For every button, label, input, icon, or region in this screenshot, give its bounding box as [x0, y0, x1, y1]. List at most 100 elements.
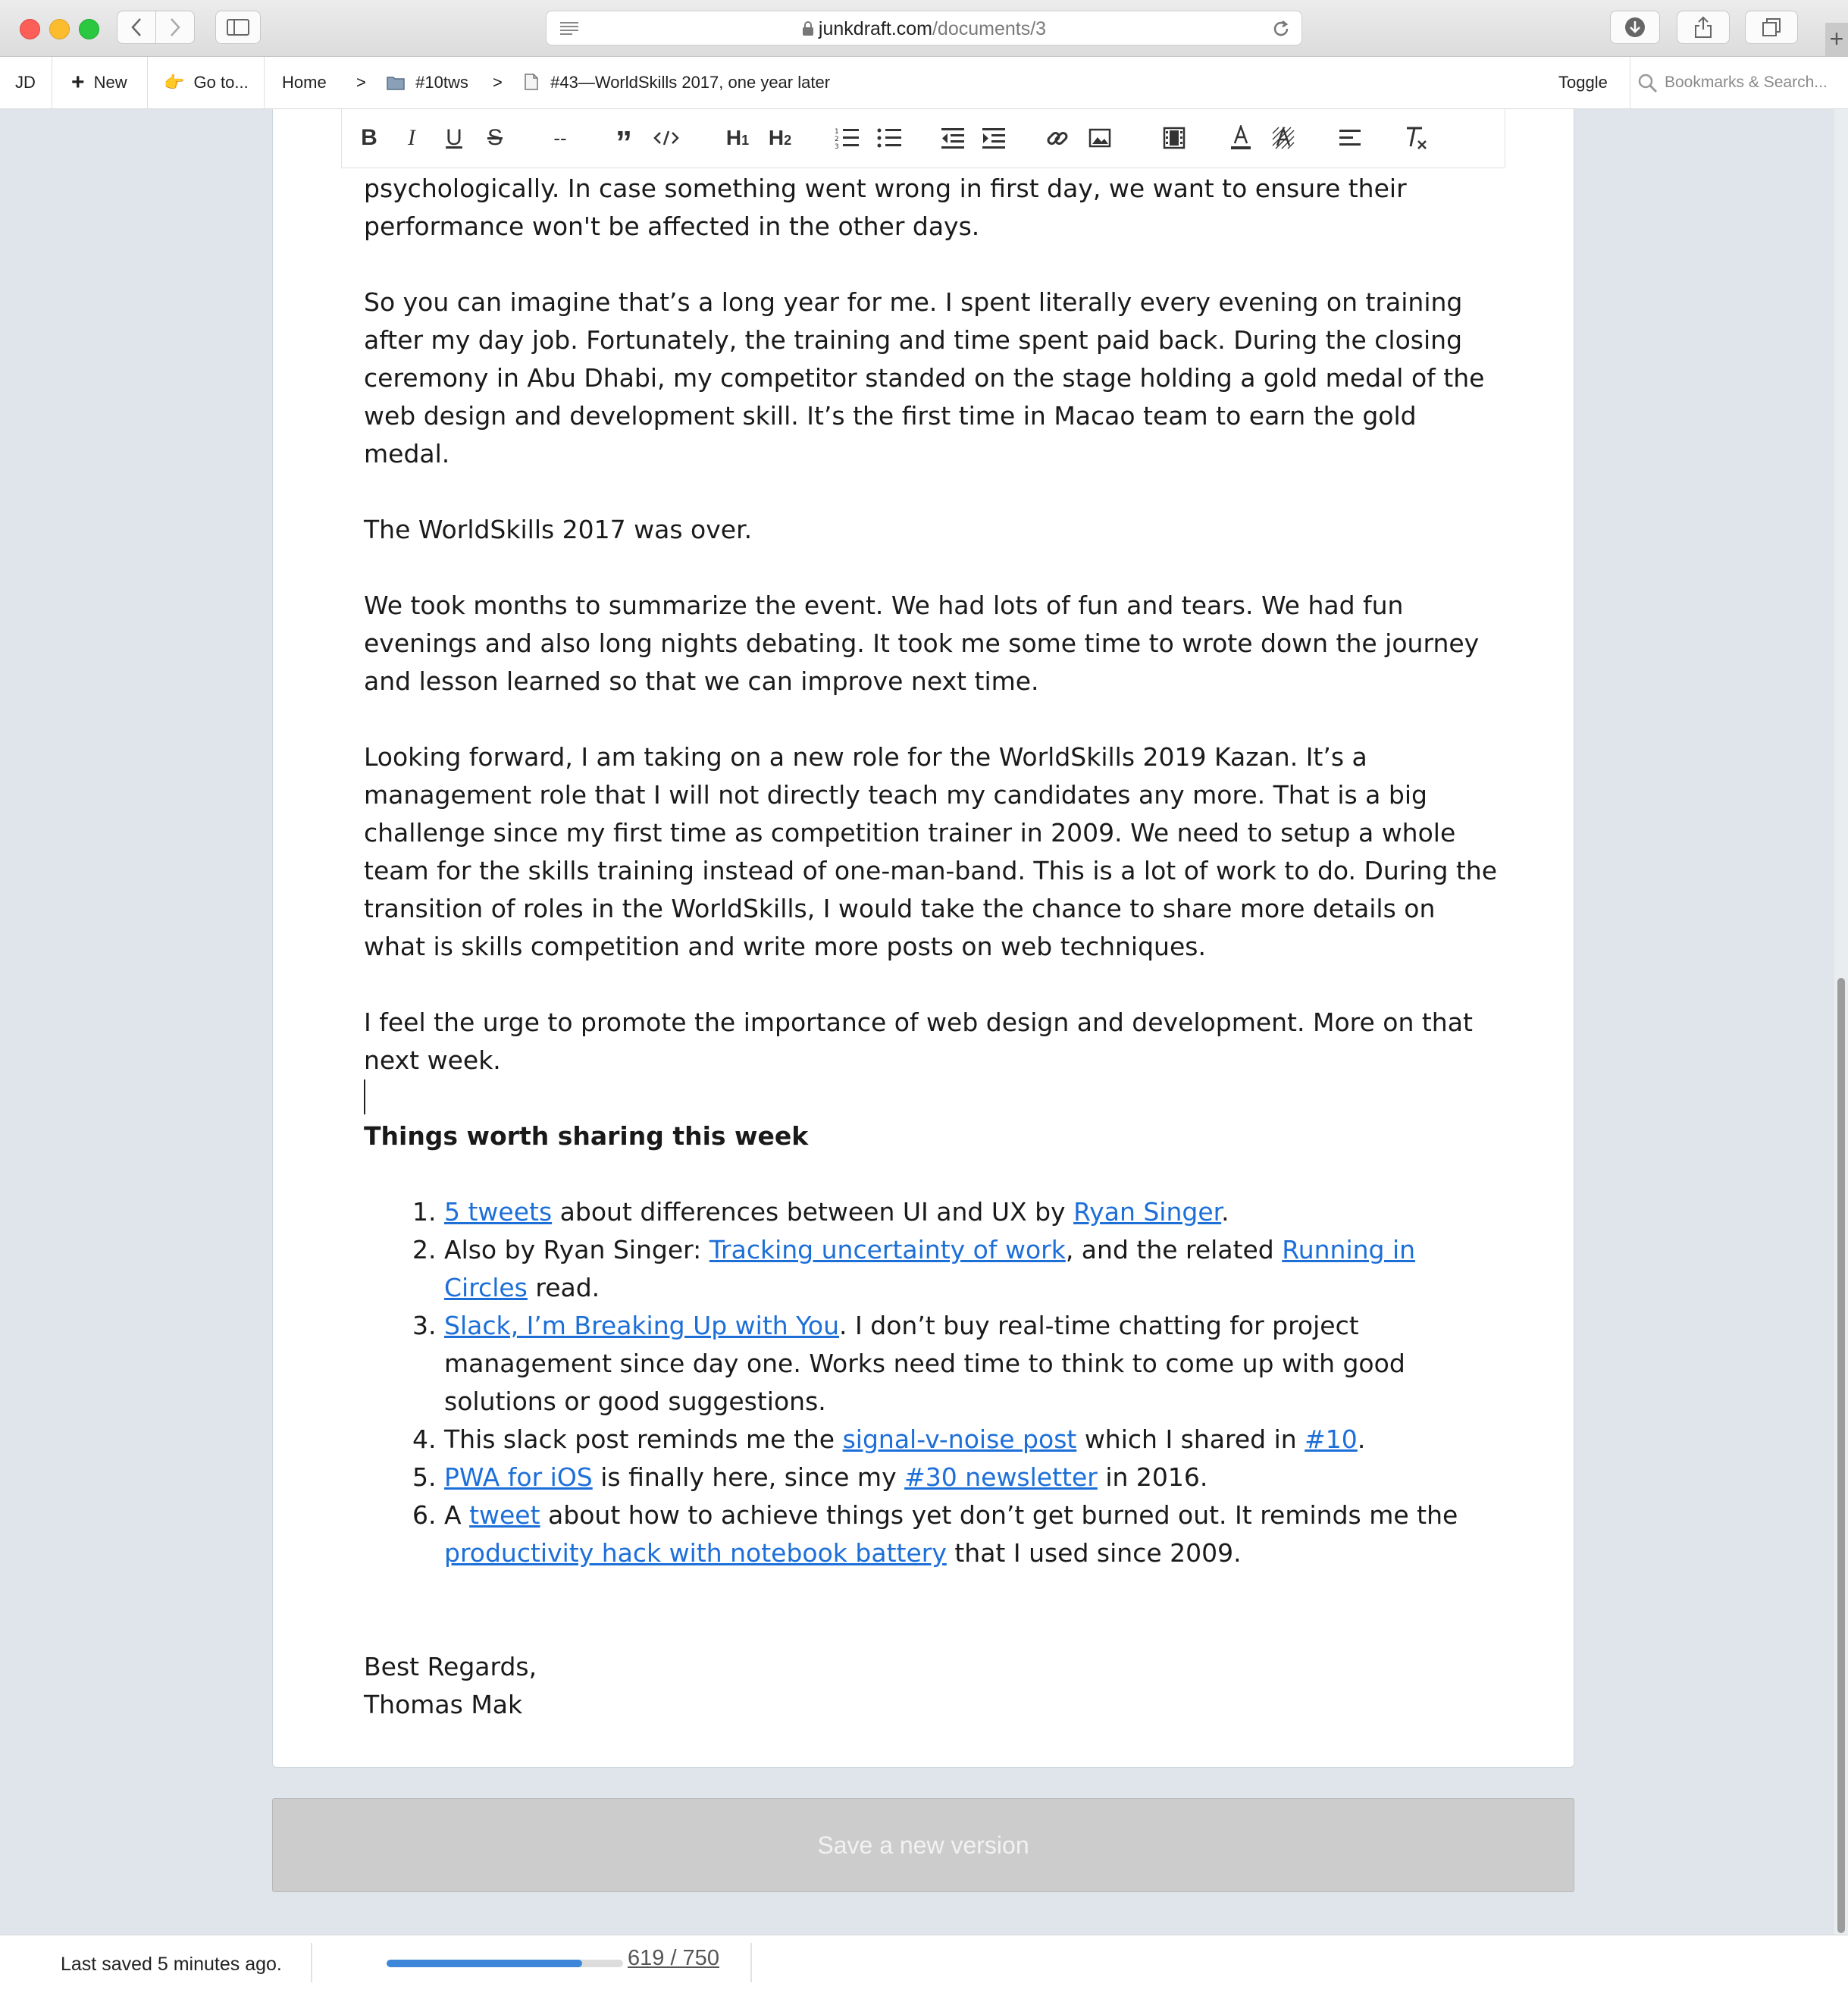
document-body[interactable]: psychologically. In case something went …: [364, 170, 1501, 1724]
nav-divider: [147, 57, 148, 108]
list-item: 5 tweets about differences between UI an…: [444, 1193, 1501, 1231]
breadcrumb-folder[interactable]: #10tws: [387, 57, 468, 108]
bold-button[interactable]: B: [357, 123, 381, 153]
list-link[interactable]: Slack, I’m Breaking Up with You: [444, 1311, 839, 1340]
tabs-overview-button[interactable]: [1745, 11, 1798, 44]
heading1-button[interactable]: H1: [722, 123, 753, 153]
link-button[interactable]: [1044, 123, 1071, 153]
blockquote-button[interactable]: ”: [610, 123, 637, 160]
list-link[interactable]: tweet: [469, 1500, 540, 1530]
word-count[interactable]: 619 / 750: [628, 1946, 719, 1971]
text-color-icon: [1231, 125, 1251, 149]
goto-button[interactable]: 👉 Go to...: [164, 57, 249, 108]
horizontal-rule-button[interactable]: --: [545, 123, 575, 153]
clear-formatting-button[interactable]: [1400, 123, 1430, 153]
share-button[interactable]: [1677, 11, 1730, 44]
strikethrough-button[interactable]: S: [483, 123, 507, 153]
svg-text:1: 1: [835, 128, 839, 136]
italic-button[interactable]: I: [399, 123, 424, 153]
list-link[interactable]: signal-v-noise post: [843, 1424, 1077, 1454]
heading2-button[interactable]: H2: [765, 123, 795, 153]
plus-icon: +: [1829, 25, 1844, 52]
text-cursor: [364, 1080, 365, 1114]
browser-titlebar: junkdraft.com/documents/3 +: [0, 0, 1848, 57]
breadcrumb-home[interactable]: Home: [282, 57, 327, 108]
bookmarks-search[interactable]: Bookmarks & Search...: [1630, 57, 1848, 108]
downloads-button[interactable]: [1610, 11, 1660, 44]
list-text: in 2016.: [1097, 1462, 1208, 1492]
list-link[interactable]: Ryan Singer: [1073, 1197, 1221, 1227]
breadcrumb-separator: >: [356, 73, 366, 92]
reload-icon[interactable]: [1271, 19, 1291, 39]
ordered-list-button[interactable]: 123: [833, 123, 860, 153]
bullet-list-button[interactable]: [875, 123, 903, 153]
image-button[interactable]: [1086, 123, 1113, 153]
list-link[interactable]: productivity hack with notebook battery: [444, 1538, 947, 1568]
goto-label: Go to...: [193, 73, 249, 92]
link-icon: [1047, 132, 1068, 145]
image-icon: [1088, 128, 1111, 148]
background-color-button[interactable]: [1270, 123, 1297, 153]
list-link[interactable]: PWA for iOS: [444, 1462, 593, 1492]
text-color-button[interactable]: [1227, 123, 1254, 153]
list-item: Slack, I’m Breaking Up with You. I don’t…: [444, 1307, 1501, 1421]
paragraph: I feel the urge to promote the importanc…: [364, 1007, 1473, 1075]
user-menu[interactable]: JD: [15, 57, 36, 108]
heading1-icon: H1: [725, 126, 750, 149]
pointing-hand-icon: 👉: [164, 73, 185, 92]
video-button[interactable]: [1160, 123, 1188, 153]
list-link[interactable]: Tracking uncertainty of work: [709, 1235, 1066, 1264]
forward-button[interactable]: [155, 11, 195, 44]
back-button[interactable]: [117, 11, 156, 44]
align-button[interactable]: [1336, 123, 1364, 153]
list-link[interactable]: 5 tweets: [444, 1197, 552, 1227]
indent-button[interactable]: [980, 123, 1007, 153]
plus-icon: +: [71, 70, 85, 95]
list-link[interactable]: #30 newsletter: [904, 1462, 1098, 1492]
outdent-button[interactable]: [939, 123, 966, 153]
highlight-icon: [1272, 126, 1295, 149]
save-version-button[interactable]: Save a new version: [272, 1798, 1574, 1892]
new-document-button[interactable]: + New: [71, 57, 127, 108]
paragraph: psychologically. In case something went …: [364, 174, 1407, 241]
search-icon: [1638, 74, 1658, 98]
address-bar[interactable]: junkdraft.com/documents/3: [546, 11, 1302, 45]
share-icon: [1695, 16, 1712, 38]
search-placeholder: Bookmarks & Search...: [1665, 74, 1828, 91]
editor-toolbar: B I U S -- ” H1 H2 123: [341, 109, 1505, 168]
clear-format-icon: [1407, 127, 1427, 149]
scrollbar-thumb[interactable]: [1837, 978, 1845, 1933]
underline-button[interactable]: U: [442, 123, 466, 153]
list-item: A tweet about how to achieve things yet …: [444, 1496, 1501, 1572]
list-link[interactable]: #10: [1305, 1424, 1358, 1454]
bullet-list-icon: [877, 128, 901, 148]
code-button[interactable]: [653, 123, 680, 153]
toggle-button[interactable]: Toggle: [1558, 57, 1608, 108]
list-item: PWA for iOS is finally here, since my #3…: [444, 1459, 1501, 1496]
new-label: New: [93, 73, 127, 92]
list-text: This slack post reminds me the: [444, 1424, 843, 1454]
chevron-right-icon: [171, 18, 180, 36]
list-text: read.: [527, 1273, 600, 1302]
zoom-window-button[interactable]: [79, 19, 99, 39]
close-window-button[interactable]: [20, 19, 40, 39]
footer-divider: [311, 1943, 312, 1982]
breadcrumb-document[interactable]: #43—WorldSkills 2017, one year later: [525, 57, 830, 108]
paragraph: So you can imagine that’s a long year fo…: [364, 287, 1485, 468]
film-icon: [1163, 127, 1186, 149]
footer-divider: [750, 1943, 752, 1982]
last-saved-status: Last saved 5 minutes ago.: [61, 1954, 282, 1975]
bold-icon: B: [361, 125, 377, 150]
list-text: A: [444, 1500, 470, 1530]
closing-line: Best Regards,: [364, 1652, 537, 1681]
minimize-window-button[interactable]: [49, 19, 70, 39]
url-host: junkdraft.com: [818, 18, 932, 39]
list-item: This slack post reminds me the signal-v-…: [444, 1421, 1501, 1459]
list-text: , and the related: [1065, 1235, 1283, 1264]
sidebar-toggle-button[interactable]: [215, 11, 261, 44]
svg-text:2: 2: [835, 136, 839, 143]
url-path: /documents/3: [932, 18, 1047, 39]
status-footer: Last saved 5 minutes ago. 619 / 750: [0, 1935, 1848, 1993]
new-tab-button[interactable]: +: [1825, 23, 1848, 56]
paragraph: Looking forward, I am taking on a new ro…: [364, 742, 1498, 961]
